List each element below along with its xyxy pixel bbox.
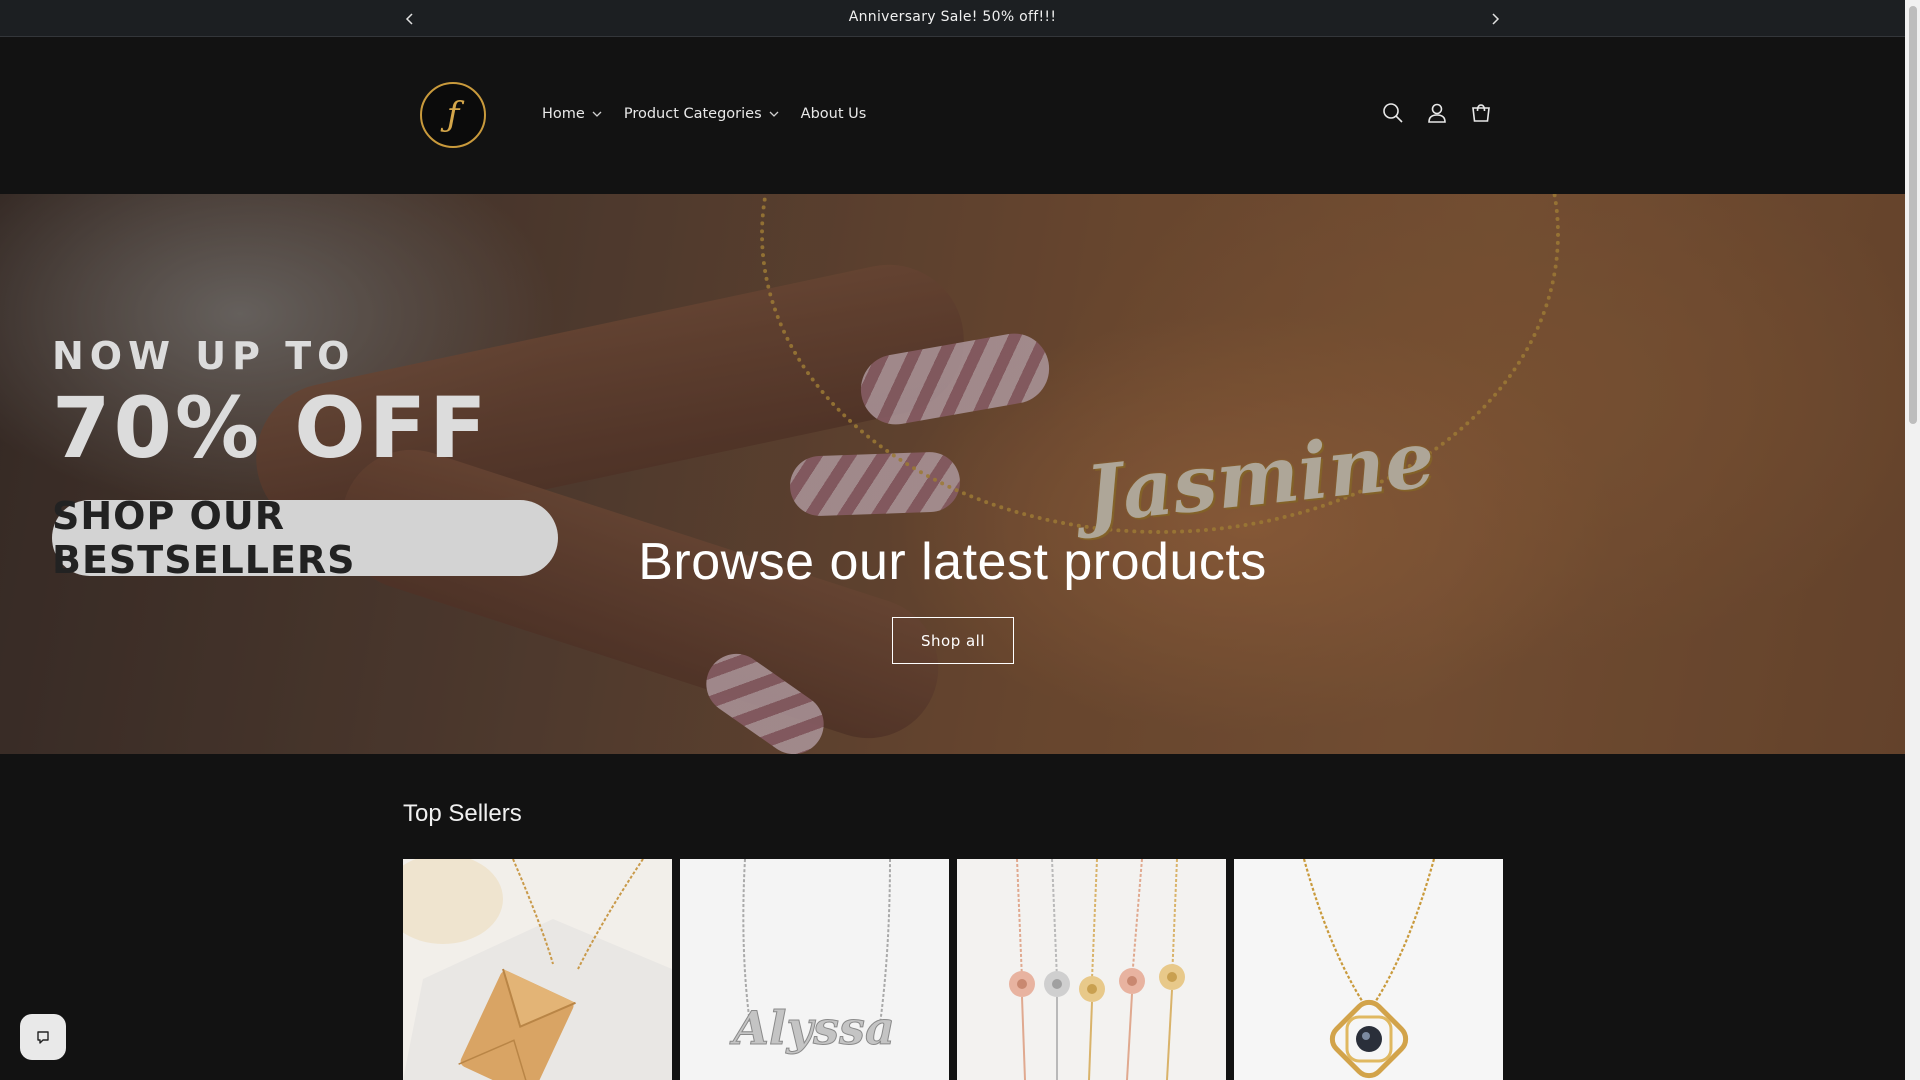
top-sellers-title: Top Sellers: [403, 800, 522, 827]
logo-monogram-icon: ƒ: [446, 95, 460, 135]
birth-flower-bracelets-image: [957, 859, 1226, 1080]
cart-icon: [1472, 104, 1490, 122]
nav-home[interactable]: Home: [542, 106, 602, 122]
account-icon: [1428, 103, 1446, 123]
shop-all-button[interactable]: Shop all: [892, 617, 1014, 664]
scrollbar-thumb[interactable]: [1909, 6, 1917, 424]
nav-product-categories-label: Product Categories: [623, 106, 762, 122]
product-card[interactable]: [403, 859, 672, 1080]
search-icon: [1383, 103, 1403, 123]
header-actions: [1382, 102, 1492, 124]
nav-product-categories[interactable]: Product Categories: [624, 106, 779, 122]
chat-button[interactable]: [20, 1014, 66, 1060]
envelope-locket-image: [403, 859, 672, 1080]
nav-home-label: Home: [542, 106, 585, 122]
nav-about-us[interactable]: About Us: [801, 106, 867, 122]
product-card[interactable]: [1234, 859, 1503, 1080]
hero-banner: Jasmine NOW UP TO 70% OFF SHOP OUR BESTS…: [0, 194, 1905, 754]
chat-bubble-icon: [37, 1031, 49, 1044]
alyssa-necklace-text: Alyssa: [729, 1001, 895, 1055]
promo-line-1: NOW UP TO: [52, 334, 356, 378]
page: Anniversary Sale! 50% off!!! ƒ Home Prod…: [0, 0, 1905, 1080]
main-nav: Home Product Categories About Us: [542, 106, 866, 122]
announcement-bar: Anniversary Sale! 50% off!!!: [0, 0, 1905, 37]
projection-pendant-image: [1234, 859, 1503, 1080]
search-button[interactable]: [1382, 102, 1404, 124]
chevron-down-icon: [592, 111, 602, 117]
site-header: ƒ Home Product Categories About Us: [0, 38, 1905, 193]
promo-line-2: 70% OFF: [52, 379, 490, 477]
product-card[interactable]: Alyssa: [680, 859, 949, 1080]
page-scrollbar[interactable]: [1905, 0, 1920, 1080]
product-card[interactable]: [957, 859, 1226, 1080]
announcement-next-button[interactable]: [1485, 9, 1505, 29]
announcement-text: Anniversary Sale! 50% off!!!: [848, 9, 1057, 25]
brand-logo[interactable]: ƒ: [420, 82, 486, 148]
cart-button[interactable]: [1470, 102, 1492, 124]
account-button[interactable]: [1426, 102, 1448, 124]
top-sellers-grid: Alyssa: [403, 859, 1503, 1080]
chevron-down-icon: [769, 111, 779, 117]
name-necklace-image: Alyssa: [680, 859, 949, 1080]
chevron-right-icon: [1492, 13, 1500, 25]
hero-heading: Browse our latest products: [638, 533, 1267, 591]
nav-about-us-label: About Us: [800, 106, 867, 122]
